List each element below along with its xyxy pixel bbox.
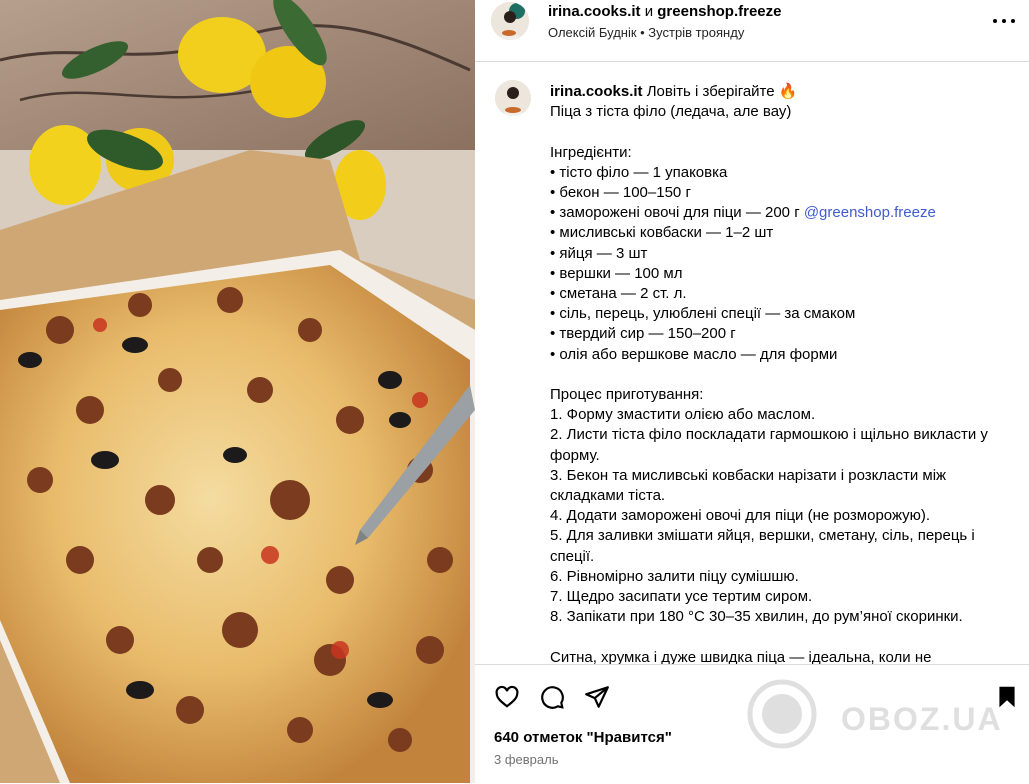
ingredient-item: • вершки — 100 мл (550, 264, 683, 282)
caption-username[interactable]: irina.cooks.it (550, 83, 643, 100)
ingredient-item: • сіль, перець, улюблені спеції — за сма… (550, 305, 856, 323)
watermark: OBOZ.UA (737, 679, 1027, 749)
process-title: Процес приготування: (550, 386, 704, 404)
ingredient-item-text: • заморожені овочі для піци — 200 г (550, 204, 804, 222)
process-step: 3. Бекон та мисливські ковбаски нарізати… (550, 466, 951, 505)
mention-link[interactable]: @greenshop.freeze (804, 204, 936, 221)
post-authors: irina.cooks.it и greenshop.freeze (548, 3, 781, 20)
author-username[interactable]: irina.cooks.it (548, 3, 641, 20)
watermark-globe-icon (747, 679, 817, 749)
caption-outro: Ситна, хрумка і дуже швидка піца — ідеал… (550, 648, 932, 664)
ingredient-item: • тісто філо — 1 упаковка (550, 163, 728, 181)
pizza-photo (0, 0, 475, 783)
ingredient-item: • олія або вершкове масло — для форми (550, 345, 838, 363)
collab-username[interactable]: greenshop.freeze (657, 3, 781, 20)
process-step: 8. Запікати при 180 °C 30–35 хвилин, до … (550, 608, 963, 626)
comment-icon[interactable] (539, 684, 565, 710)
process-step: 7. Щедро засипати усе тертим сиром. (550, 588, 813, 606)
caption-first-line: irina.cooks.it Ловіть і зберігайте 🔥 (550, 82, 1010, 102)
avatar-image (495, 80, 531, 116)
post-media-image[interactable] (0, 0, 475, 783)
author-avatar[interactable] (491, 2, 529, 40)
avatar-image (491, 2, 529, 40)
post-actions: OBOZ.UA 640 отметок "Нравится" 3 февраль (475, 664, 1029, 784)
ingredient-item: • бекон — 100–150 г (550, 184, 691, 201)
ingredient-item: • яйця — 3 шт (550, 244, 648, 262)
process-step: 5. Для заливки змішати яйця, вершки, сме… (550, 527, 979, 565)
audio-attribution[interactable]: Олексій Буднік • Зустрів троянду (548, 25, 744, 40)
process-step: 1. Форму змастити олією або маслом. (550, 406, 816, 424)
more-options-button[interactable] (993, 12, 1015, 30)
post-header: irina.cooks.it и greenshop.freeze Олексі… (475, 0, 1029, 62)
ingredient-item: • сметана — 2 ст. л. (550, 285, 687, 303)
more-dot-icon (993, 19, 997, 23)
ingredient-item: • твердий сир — 150–200 г (550, 325, 736, 343)
watermark-text: OBOZ.UA (841, 701, 1003, 737)
process-step: 4. Додати заморожені овочі для піци (не … (550, 507, 931, 525)
authors-joiner: и (644, 3, 654, 20)
caption-scroll-area[interactable]: irina.cooks.it Ловіть і зберігайте 🔥 Піца… (475, 62, 1029, 664)
likes-count[interactable]: 640 отметок "Нравится" (494, 729, 672, 746)
post-panel: irina.cooks.it и greenshop.freeze Олексі… (475, 0, 1029, 784)
caption-intro: Ловіть і зберігайте 🔥 (646, 83, 798, 100)
dish-name: Піца з тіста філо (ледача, але вау) (550, 103, 792, 121)
post-date[interactable]: 3 февраль (494, 752, 559, 767)
process-step: 2. Листи тіста філо поскладати гармошкою… (550, 426, 993, 464)
more-dot-icon (1011, 19, 1015, 23)
ingredients-title: Інгредієнти: (550, 143, 632, 161)
ingredient-item: • заморожені овочі для піци — 200 г @gre… (550, 203, 1010, 223)
ingredient-item: • мисливські ковбаски — 1–2 шт (550, 224, 774, 242)
process-step: 6. Рівномірно залити піцу сумішшю. (550, 567, 799, 585)
caption-author-avatar[interactable] (495, 80, 531, 116)
heart-icon[interactable] (494, 684, 520, 710)
more-dot-icon (1002, 19, 1006, 23)
share-icon[interactable] (584, 684, 610, 710)
caption-text: irina.cooks.it Ловіть і зберігайте 🔥 Піца… (550, 82, 1010, 664)
